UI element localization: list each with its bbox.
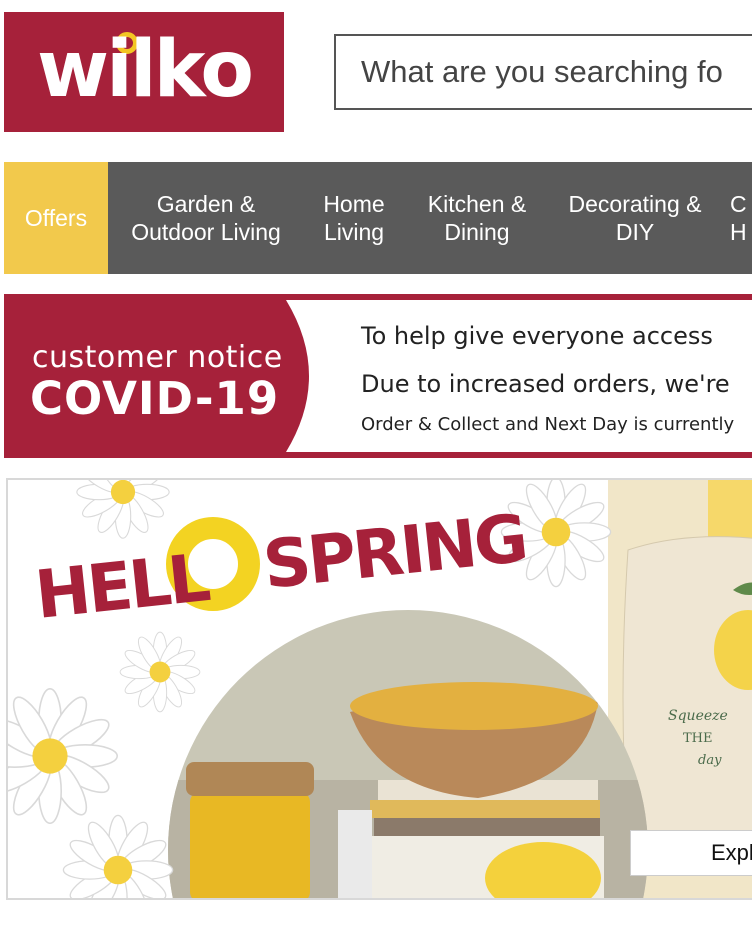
- logo-text: wilko: [37, 25, 254, 115]
- svg-text:day: day: [698, 753, 722, 768]
- notice-line-3: Order & Collect and Next Day is currentl…: [361, 414, 735, 435]
- notice-badge-small: customer notice: [32, 340, 283, 375]
- covid-notice-banner[interactable]: customer notice COVID-19 To help give ev…: [4, 294, 752, 458]
- headline-hello: HELL: [32, 539, 213, 620]
- headline-spring: SPRING: [260, 500, 528, 604]
- notice-line-1: To help give everyone access: [361, 322, 713, 350]
- wilko-logo[interactable]: wilko: [4, 12, 284, 132]
- search-box[interactable]: [334, 34, 752, 110]
- main-navigation: Offers Garden & Outdoor Living Home Livi…: [4, 162, 752, 274]
- nav-item-truncated[interactable]: C H: [720, 162, 752, 274]
- notice-line-2: Due to increased orders, we're: [361, 370, 730, 398]
- nav-item-home-living[interactable]: Home Living: [304, 162, 404, 274]
- nav-item-garden-outdoor-living[interactable]: Garden & Outdoor Living: [108, 162, 304, 274]
- svg-text:Squeeze: Squeeze: [668, 708, 728, 724]
- nav-item-kitchen-dining[interactable]: Kitchen & Dining: [404, 162, 550, 274]
- svg-text:THE: THE: [683, 731, 713, 746]
- nav-item-offers[interactable]: Offers: [4, 162, 108, 274]
- nav-item-decorating-diy[interactable]: Decorating & DIY: [550, 162, 720, 274]
- hello-spring-hero-banner[interactable]: Squeeze THE day HELL SPRING Exp: [6, 478, 752, 900]
- hello-spring-headline: HELL SPRING: [32, 500, 528, 620]
- notice-badge-title: COVID-19: [30, 372, 280, 425]
- explore-button[interactable]: Explo: [630, 830, 752, 876]
- search-input[interactable]: [336, 54, 752, 90]
